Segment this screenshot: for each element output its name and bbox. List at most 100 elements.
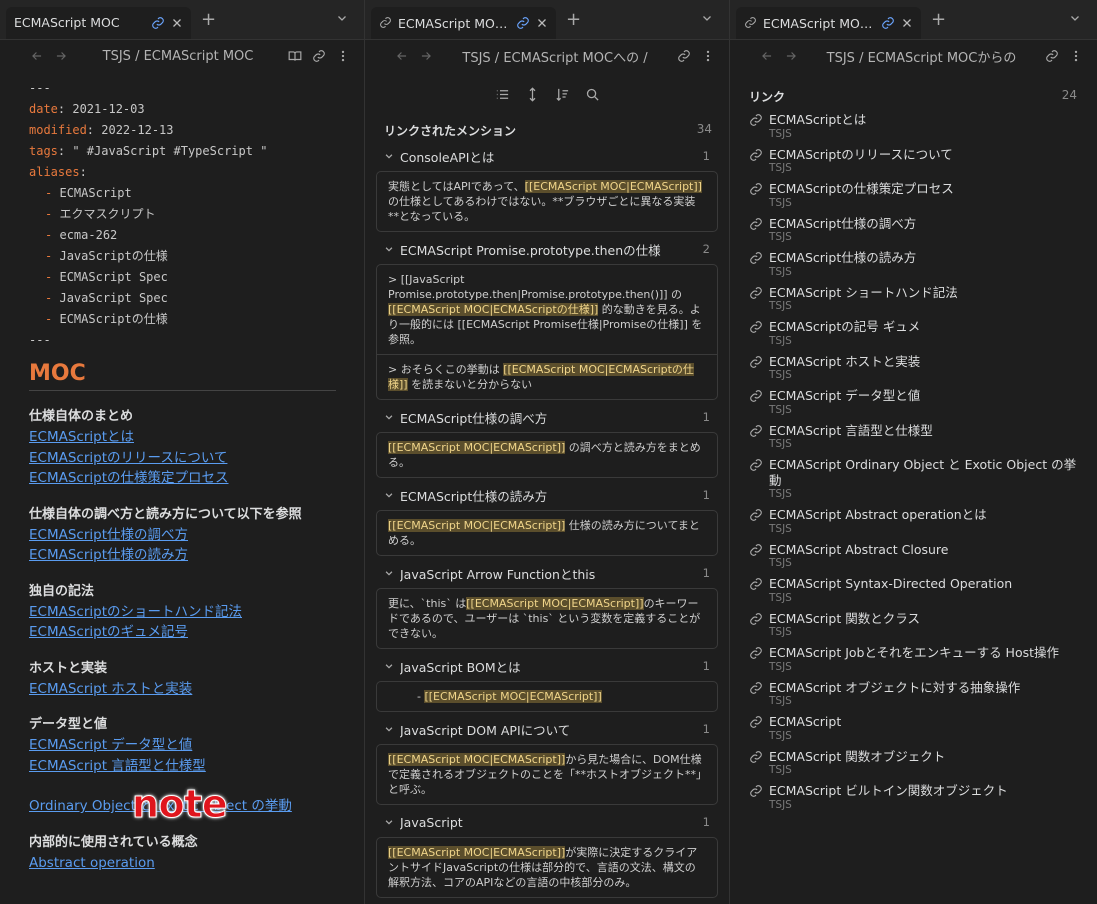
outgoing-link-item[interactable]: ECMAScriptとは TSJS (749, 112, 1077, 140)
outgoing-link-item[interactable]: ECMAScript仕様の読み方 TSJS (749, 250, 1077, 278)
backlink-group-header[interactable]: JavaScript BOMとは 1 (376, 655, 718, 677)
close-icon[interactable] (171, 17, 183, 29)
outgoing-link-text: ECMAScriptの仕様策定プロセス TSJS (769, 181, 954, 209)
internal-link[interactable]: ECMAScriptの仕様策定プロセス (29, 468, 336, 489)
chevron-down-icon[interactable] (336, 12, 348, 24)
chevron-down-icon[interactable] (384, 244, 394, 254)
link-icon[interactable] (677, 49, 691, 63)
backlink-group-header[interactable]: ECMAScript仕様の読み方 1 (376, 484, 718, 506)
backlink-snippet[interactable]: 更に、`this` は[[ECMAScript MOC|ECMAScript]]… (377, 589, 717, 648)
outgoing-link-item[interactable]: ECMAScript ホストと実装 TSJS (749, 354, 1077, 381)
backlink-snippet[interactable]: > [[JavaScript Promise.prototype.then|Pr… (377, 265, 717, 354)
chevron-down-icon[interactable] (1069, 12, 1081, 24)
chevron-down-icon[interactable] (384, 568, 394, 578)
outgoing-link-text: ECMAScript オブジェクトに対する抽象操作 TSJS (769, 680, 1020, 708)
back-arrow-icon[interactable] (395, 49, 409, 63)
list-icon[interactable] (495, 87, 510, 102)
outgoing-link-item[interactable]: ECMAScriptの仕様策定プロセス TSJS (749, 181, 1077, 209)
internal-link[interactable]: ECMAScript仕様の調べ方 (29, 525, 336, 546)
new-tab-button[interactable]: + (931, 10, 946, 29)
internal-link[interactable]: ECMAScriptのショートハンド記法 (29, 602, 336, 623)
new-tab-button[interactable]: + (201, 10, 216, 29)
backlink-snippet[interactable]: [[ECMAScript MOC|ECMAScript]]が実際に決定するクライ… (377, 838, 717, 897)
outgoing-link-text: ECMAScriptとは TSJS (769, 112, 866, 140)
more-options-icon[interactable] (1069, 49, 1083, 63)
backlink-group-header[interactable]: ECMAScript Promise.prototype.thenの仕様 2 (376, 238, 718, 260)
reading-view-icon[interactable] (288, 49, 302, 63)
outgoing-link-item[interactable]: ECMAScript ビルトイン関数オブジェクト TSJS (749, 783, 1077, 811)
backlink-snippet[interactable]: [[ECMAScript MOC|ECMAScript]]から見た場合に、DOM… (377, 745, 717, 804)
outgoing-link-item[interactable]: ECMAScript Jobとそれをエンキューする Host操作 TSJS (749, 645, 1077, 673)
outgoing-link-item[interactable]: ECMAScript ショートハンド記法 TSJS (749, 285, 1077, 312)
internal-link[interactable]: ECMAScriptのギュメ記号 (29, 622, 336, 643)
link-icon[interactable] (516, 16, 530, 30)
internal-link[interactable]: Abstract operation (29, 853, 336, 874)
search-icon[interactable] (585, 87, 600, 102)
tab-note[interactable]: ECMAScript MOC (6, 6, 191, 39)
breadcrumb[interactable]: TSJS / ECMAScript MOCからの (808, 47, 1035, 66)
breadcrumb[interactable]: TSJS / ECMAScript MOCへの / (443, 47, 667, 66)
chevron-down-icon[interactable] (701, 12, 713, 24)
backlink-snippet[interactable]: 実態としてはAPIであって、[[ECMAScript MOC|ECMAScrip… (377, 172, 717, 231)
backlink-snippet[interactable]: > おそらくこの挙動は [[ECMAScript MOC|ECMAScriptの… (377, 354, 717, 399)
outgoing-link-item[interactable]: ECMAScript仕様の調べ方 TSJS (749, 216, 1077, 243)
tab-title: ECMAScript MOCへのバックリンク (398, 16, 510, 31)
outgoing-link-item[interactable]: ECMAScript TSJS (749, 714, 1077, 742)
chevron-down-icon[interactable] (384, 724, 394, 734)
chevron-down-icon[interactable] (384, 661, 394, 671)
backlink-group-header[interactable]: JavaScript DOM APIについて 1 (376, 718, 718, 740)
back-arrow-icon[interactable] (760, 49, 774, 63)
outgoing-link-item[interactable]: ECMAScript Ordinary Object と Exotic Obje… (749, 457, 1077, 500)
backlink-group-header[interactable]: ECMAScript仕様の調べ方 1 (376, 406, 718, 428)
chevron-down-icon[interactable] (384, 817, 394, 827)
more-options-icon[interactable] (336, 49, 350, 63)
close-icon[interactable] (536, 17, 548, 29)
link-icon[interactable] (1045, 49, 1059, 63)
forward-arrow-icon[interactable] (419, 49, 433, 63)
backlink-group-header[interactable]: ConsoleAPIとは 1 (376, 145, 718, 167)
linked-mentions-header[interactable]: リンクされたメンション 34 (384, 122, 712, 139)
outgoing-link-item[interactable]: ECMAScript Abstract Closure TSJS (749, 542, 1077, 569)
link-icon[interactable] (312, 49, 326, 63)
outgoing-link-item[interactable]: ECMAScript 言語型と仕様型 TSJS (749, 423, 1077, 450)
outgoing-link-item[interactable]: ECMAScript Syntax-Directed Operation TSJS (749, 576, 1077, 604)
back-arrow-icon[interactable] (30, 49, 44, 63)
chevron-down-icon[interactable] (384, 490, 394, 500)
internal-link[interactable]: ECMAScript仕様の読み方 (29, 545, 336, 566)
outgoing-link-item[interactable]: ECMAScript Abstract operationとは TSJS (749, 507, 1077, 535)
snippet-text: 更に、`this` は (388, 597, 467, 610)
forward-arrow-icon[interactable] (54, 49, 68, 63)
more-options-icon[interactable] (701, 49, 715, 63)
outgoing-link-item[interactable]: ECMAScript 関数とクラス TSJS (749, 611, 1077, 638)
outgoing-link-text: ECMAScript仕様の読み方 TSJS (769, 250, 916, 278)
outgoing-link-item[interactable]: ECMAScript オブジェクトに対する抽象操作 TSJS (749, 680, 1077, 708)
backlink-snippet[interactable]: [[ECMAScript MOC|ECMAScript]] 仕様の読み方について… (377, 511, 717, 555)
expand-vertical-icon[interactable] (525, 86, 540, 102)
forward-arrow-icon[interactable] (784, 49, 798, 63)
link-icon[interactable] (151, 16, 165, 30)
outgoing-link-item[interactable]: ECMAScriptの記号 ギュメ TSJS (749, 319, 1077, 347)
internal-link[interactable]: ECMAScriptのリリースについて (29, 448, 336, 469)
backlink-snippet[interactable]: [[ECMAScript MOC|ECMAScript]] の調べ方と読み方をま… (377, 433, 717, 477)
tab-backlinks[interactable]: ECMAScript MOCへのバックリンク (371, 6, 556, 39)
outgoing-link-item[interactable]: ECMAScript データ型と値 TSJS (749, 388, 1077, 416)
backlink-snippet[interactable]: - [[ECMAScript MOC|ECMAScript]] (377, 682, 717, 711)
internal-link[interactable]: ECMAScript 言語型と仕様型 (29, 756, 336, 777)
new-tab-button[interactable]: + (566, 10, 581, 29)
close-icon[interactable] (901, 17, 913, 29)
tab-outgoing-links[interactable]: ECMAScript MOCからの発リンク (736, 6, 921, 39)
links-header[interactable]: リンク 24 (749, 88, 1077, 105)
backlink-group-header[interactable]: JavaScript 1 (376, 811, 718, 833)
backlink-group-header[interactable]: JavaScript Arrow Functionとthis 1 (376, 562, 718, 584)
internal-link[interactable]: ECMAScriptとは (29, 427, 336, 448)
internal-link[interactable]: ECMAScript ホストと実装 (29, 679, 336, 700)
chevron-down-icon[interactable] (384, 412, 394, 422)
link-icon[interactable] (881, 16, 895, 30)
outgoing-link-item[interactable]: ECMAScriptのリリースについて TSJS (749, 147, 1077, 174)
outgoing-link-text: ECMAScriptの記号 ギュメ TSJS (769, 319, 920, 347)
sort-icon[interactable] (555, 87, 570, 102)
breadcrumb[interactable]: TSJS / ECMAScript MOC (78, 49, 278, 64)
chevron-down-icon[interactable] (384, 151, 394, 161)
internal-link[interactable]: ECMAScript データ型と値 (29, 735, 336, 756)
outgoing-link-item[interactable]: ECMAScript 関数オブジェクト TSJS (749, 749, 1077, 776)
